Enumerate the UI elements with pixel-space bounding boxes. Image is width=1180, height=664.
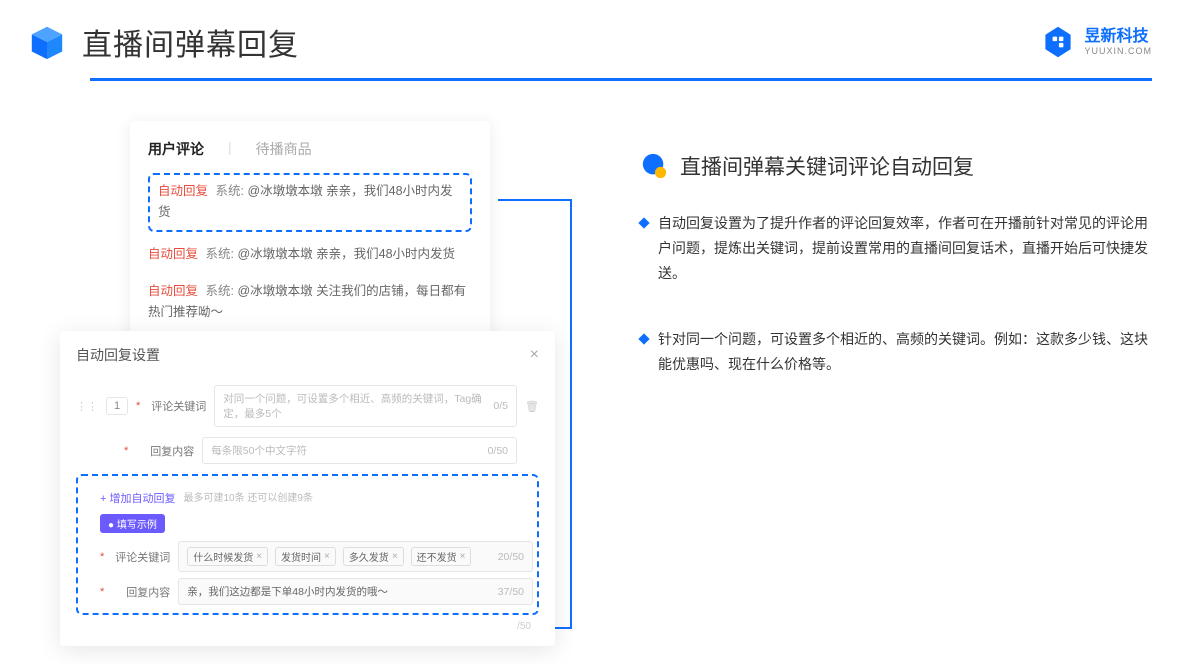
add-hint: 最多可建10条 还可以创建9条	[183, 489, 312, 504]
system-tag: 系统:	[216, 184, 244, 198]
tag-chip: 什么时候发货×	[187, 547, 268, 566]
counter: 20/50	[498, 551, 524, 563]
keyword-label: 评论关键词	[112, 549, 170, 565]
required-star: *	[124, 445, 128, 457]
counter: 37/50	[498, 586, 524, 598]
bubble-icon	[640, 152, 668, 180]
tag-chip: 发货时间×	[275, 547, 336, 566]
auto-reply-tag: 自动回复	[148, 247, 198, 261]
right-column: 直播间弹幕关键词评论自动回复 自动回复设置为了提升作者的评论回复效率，作者可在开…	[640, 121, 1152, 417]
required-star: *	[100, 586, 104, 598]
comments-tabs: 用户评论 | 待播商品	[148, 139, 472, 159]
required-star: *	[136, 400, 140, 412]
tab-separator: |	[228, 139, 232, 159]
modal-title: 自动回复设置	[76, 345, 160, 365]
cube-icon	[28, 23, 66, 61]
highlighted-comment: 自动回复 系统: @冰墩墩本墩 亲亲，我们48小时内发货	[148, 173, 472, 232]
tab-pending-goods[interactable]: 待播商品	[256, 139, 312, 159]
system-tag: 系统:	[206, 247, 234, 261]
section-title: 直播间弹幕关键词评论自动回复	[680, 151, 974, 181]
demo-keyword-input[interactable]: 什么时候发货× 发货时间× 多久发货× 还不发货× 20/50	[178, 541, 533, 572]
bullet-text: 针对同一个问题，可设置多个相近的、高频的关键词。例如：这款多少钱、这块能优惠吗、…	[658, 327, 1152, 377]
bullet-text: 自动回复设置为了提升作者的评论回复效率，作者可在开播前针对常见的评论用户问题，提…	[658, 211, 1152, 287]
system-tag: 系统:	[206, 284, 234, 298]
page-title: 直播间弹幕回复	[82, 20, 299, 64]
demo-content-input[interactable]: 亲，我们这边都是下单48小时内发货的哦～ 37/50	[178, 578, 533, 605]
auto-reply-settings-modal: 自动回复设置 × ⋮⋮ 1 * 评论关键词 对同一个问题，可设置多个相近、高频的…	[60, 331, 555, 646]
bullet-item: 自动回复设置为了提升作者的评论回复效率，作者可在开播前针对常见的评论用户问题，提…	[640, 211, 1152, 287]
demo-tags: 什么时候发货× 发货时间× 多久发货× 还不发货×	[187, 547, 475, 566]
brand-name-en: YUUXIN.COM	[1084, 47, 1152, 56]
demo-section: + 增加自动回复 最多可建10条 还可以创建9条 ● 填写示例 * 评论关键词 …	[76, 474, 539, 615]
placeholder-text: 对同一个问题，可设置多个相近、高频的关键词，Tag确定，最多5个	[223, 391, 493, 421]
left-column: 用户评论 | 待播商品 自动回复 系统: @冰墩墩本墩 亲亲，我们48小时内发货…	[60, 121, 580, 417]
counter: 0/5	[493, 400, 508, 412]
keyword-label: 评论关键词	[148, 398, 206, 414]
brand-name-cn: 昱新科技	[1084, 29, 1152, 45]
comment-text: @冰墩墩本墩 亲亲，我们48小时内发货	[237, 247, 455, 261]
close-icon[interactable]: ×	[530, 346, 539, 364]
header-left: 直播间弹幕回复	[28, 20, 299, 64]
diamond-bullet-icon	[638, 333, 649, 344]
bullet-item: 针对同一个问题，可设置多个相近的、高频的关键词。例如：这款多少钱、这块能优惠吗、…	[640, 327, 1152, 377]
content-input[interactable]: 每条限50个中文字符 0/50	[202, 437, 517, 464]
auto-reply-tag: 自动回复	[148, 284, 198, 298]
content-label: 回复内容	[136, 443, 194, 459]
close-icon[interactable]: ×	[256, 551, 262, 562]
content-label: 回复内容	[112, 584, 170, 600]
close-icon[interactable]: ×	[392, 551, 398, 562]
keyword-row: ⋮⋮ 1 * 评论关键词 对同一个问题，可设置多个相近、高频的关键词，Tag确定…	[76, 385, 539, 427]
brand-icon	[1040, 24, 1076, 60]
comment-row: 自动回复 系统: @冰墩墩本墩 亲亲，我们48小时内发货	[148, 236, 472, 273]
content-row: * 回复内容 每条限50个中文字符 0/50	[76, 437, 539, 464]
auto-reply-tag: 自动回复	[158, 184, 208, 198]
tag-chip: 多久发货×	[343, 547, 404, 566]
brand-logo: 昱新科技 YUUXIN.COM	[1040, 24, 1152, 60]
required-star: *	[100, 551, 104, 563]
placeholder-text: 每条限50个中文字符	[211, 443, 307, 458]
comment-row: 自动回复 系统: @冰墩墩本墩 关注我们的店铺，每日都有热门推荐呦～	[148, 273, 472, 332]
tab-user-comments[interactable]: 用户评论	[148, 139, 204, 159]
page-header: 直播间弹幕回复 昱新科技 YUUXIN.COM	[0, 0, 1180, 64]
add-auto-reply-link[interactable]: + 增加自动回复	[100, 490, 175, 506]
demo-content-text: 亲，我们这边都是下单48小时内发货的哦～	[187, 584, 388, 599]
close-icon[interactable]: ×	[324, 551, 330, 562]
counter: 0/50	[488, 445, 508, 457]
row-index: 1	[106, 397, 128, 415]
demo-badge: ● 填写示例	[100, 514, 165, 533]
close-icon[interactable]: ×	[460, 551, 466, 562]
diamond-bullet-icon	[638, 217, 649, 228]
drag-handle-icon[interactable]: ⋮⋮	[76, 400, 98, 413]
keyword-input[interactable]: 对同一个问题，可设置多个相近、高频的关键词，Tag确定，最多5个 0/5	[214, 385, 517, 427]
tag-chip: 还不发货×	[411, 547, 472, 566]
comments-panel: 用户评论 | 待播商品 自动回复 系统: @冰墩墩本墩 亲亲，我们48小时内发货…	[130, 121, 490, 341]
extra-counter: /50	[76, 621, 539, 632]
trash-icon[interactable]: 🗑	[525, 400, 539, 413]
